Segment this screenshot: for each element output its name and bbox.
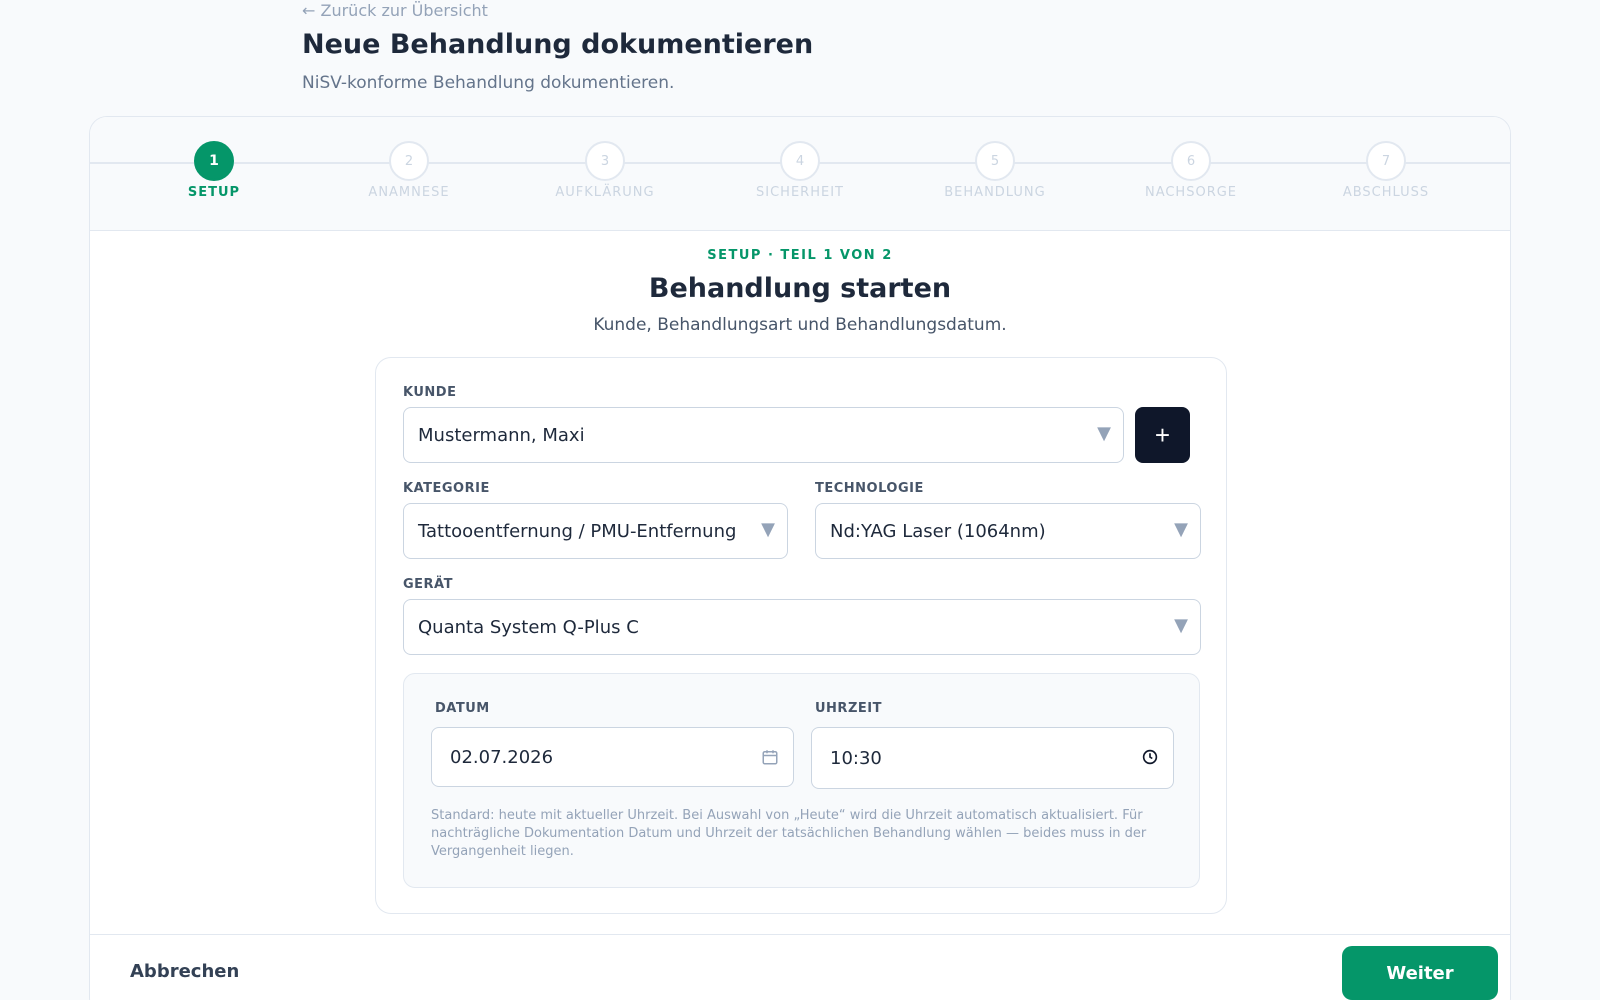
step-number: 3 — [585, 141, 625, 181]
wizard-card: 1 SETUP 2 ANAMNESE 3 AUFKLÄRUNG 4 SICHER… — [89, 116, 1511, 1000]
chevron-down-icon: ▼ — [1174, 519, 1188, 540]
step-number: 6 — [1171, 141, 1211, 181]
chevron-down-icon: ▼ — [1174, 615, 1188, 636]
step-number: 5 — [975, 141, 1015, 181]
section-kicker: SETUP · TEIL 1 VON 2 — [707, 248, 893, 263]
cancel-button[interactable]: Abbrechen — [130, 961, 239, 982]
kategorie-label: KATEGORIE — [403, 481, 490, 496]
back-to-overview-link[interactable]: ← Zurück zur Übersicht — [302, 1, 488, 20]
uhrzeit-input[interactable]: 10:30 — [811, 727, 1174, 789]
step-behandlung[interactable]: 5 BEHANDLUNG — [915, 141, 1075, 200]
kategorie-select[interactable]: Tattooentfernung / PMU-Entfernung ▼ — [403, 503, 788, 559]
datetime-panel: DATUM 02.07.2026 UHRZEIT 10:30 Standard: — [403, 673, 1200, 888]
add-customer-button[interactable]: + — [1135, 407, 1190, 463]
setup-form-card: KUNDE Mustermann, Maxi ▼ + KATEGORIE Tat… — [375, 357, 1227, 914]
step-label: ABSCHLUSS — [1342, 185, 1430, 200]
datum-value: 02.07.2026 — [450, 746, 554, 768]
section-subtitle: Kunde, Behandlungsart und Behandlungsdat… — [593, 315, 1007, 335]
step-sicherheit[interactable]: 4 SICHERHEIT — [720, 141, 880, 200]
datum-label: DATUM — [435, 701, 490, 716]
step-label: SICHERHEIT — [756, 185, 844, 200]
clock-icon[interactable] — [1141, 748, 1159, 766]
step-number: 7 — [1366, 141, 1406, 181]
step-label: SETUP — [187, 185, 241, 200]
page-title: Neue Behandlung dokumentieren — [302, 29, 814, 60]
geraet-value: Quanta System Q-Plus C — [418, 616, 639, 638]
geraet-label: GERÄT — [403, 577, 453, 592]
step-number: 2 — [389, 141, 429, 181]
step-setup[interactable]: 1 SETUP — [134, 141, 294, 200]
next-button[interactable]: Weiter — [1342, 946, 1498, 1000]
geraet-select[interactable]: Quanta System Q-Plus C ▼ — [403, 599, 1201, 655]
technologie-value: Nd:YAG Laser (1064nm) — [830, 520, 1046, 542]
section-title: Behandlung starten — [648, 273, 952, 304]
step-label: ANAMNESE — [368, 185, 450, 200]
step-label: BEHANDLUNG — [944, 185, 1046, 200]
step-anamnese[interactable]: 2 ANAMNESE — [329, 141, 489, 200]
kunde-label: KUNDE — [403, 385, 457, 400]
wizard-footer: Abbrechen Weiter — [90, 934, 1510, 1000]
step-number: 4 — [780, 141, 820, 181]
step-nachsorge[interactable]: 6 NACHSORGE — [1111, 141, 1271, 200]
uhrzeit-label: UHRZEIT — [815, 701, 882, 716]
chevron-down-icon: ▼ — [761, 519, 775, 540]
technologie-label: TECHNOLOGIE — [815, 481, 924, 496]
kunde-select[interactable]: Mustermann, Maxi ▼ — [403, 407, 1124, 463]
step-aufklaerung[interactable]: 3 AUFKLÄRUNG — [525, 141, 685, 200]
step-label: NACHSORGE — [1144, 185, 1238, 200]
step-abschluss[interactable]: 7 ABSCHLUSS — [1306, 141, 1466, 200]
step-label: AUFKLÄRUNG — [555, 185, 655, 200]
wizard-stepper: 1 SETUP 2 ANAMNESE 3 AUFKLÄRUNG 4 SICHER… — [90, 117, 1510, 231]
chevron-down-icon: ▼ — [1097, 423, 1111, 444]
page-subtitle: NiSV-konforme Behandlung dokumentieren. — [302, 73, 675, 93]
uhrzeit-value: 10:30 — [830, 747, 882, 769]
datum-input[interactable]: 02.07.2026 — [431, 727, 794, 787]
calendar-icon[interactable] — [761, 748, 779, 766]
step-number: 1 — [194, 141, 234, 181]
plus-icon: + — [1154, 419, 1171, 450]
datetime-hint: Standard: heute mit aktueller Uhrzeit. B… — [431, 808, 1147, 859]
technologie-select[interactable]: Nd:YAG Laser (1064nm) ▼ — [815, 503, 1201, 559]
kategorie-value: Tattooentfernung / PMU-Entfernung — [418, 520, 737, 542]
kunde-value: Mustermann, Maxi — [418, 424, 585, 446]
